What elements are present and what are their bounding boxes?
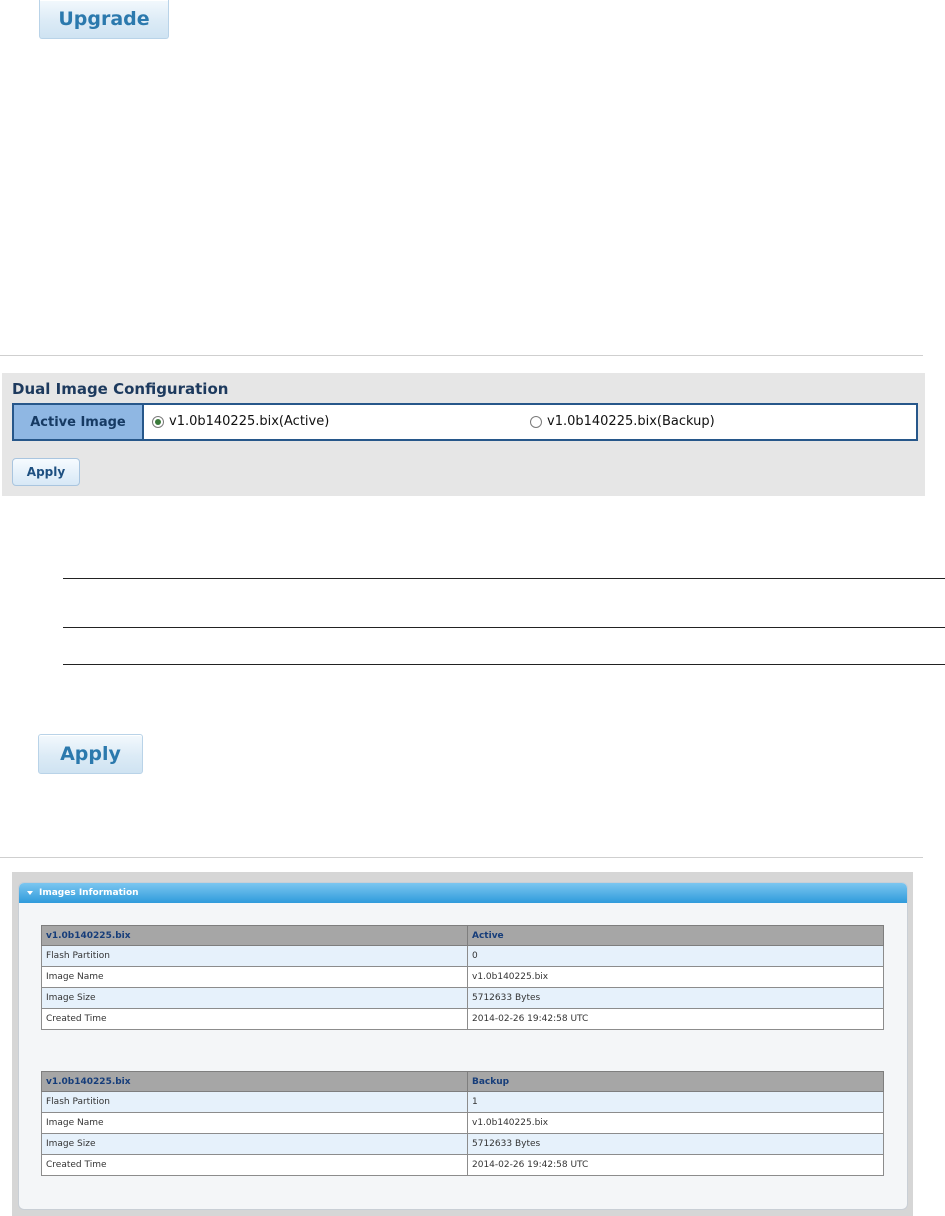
table-header-cell: Active (467, 925, 884, 946)
divider (0, 355, 923, 356)
active-image-table: v1.0b140225.bix Active Flash Partition 0… (41, 925, 884, 1030)
table-row: Image Size 5712633 Bytes (41, 1133, 884, 1155)
table-cell: Created Time (41, 1008, 468, 1030)
table-cell: 1 (467, 1091, 884, 1113)
table-cell: Flash Partition (41, 945, 468, 967)
table-header-cell: v1.0b140225.bix (41, 925, 468, 946)
table-header-cell: Backup (467, 1071, 884, 1092)
table-header-row: v1.0b140225.bix Active (41, 925, 884, 946)
table-cell: v1.0b140225.bix (467, 1112, 884, 1134)
collapse-triangle-icon[interactable] (27, 891, 33, 895)
table-row: Image Name v1.0b140225.bix (41, 966, 884, 988)
table-cell: 2014-02-26 19:42:58 UTC (467, 1154, 884, 1176)
table-cell: v1.0b140225.bix (467, 966, 884, 988)
table-cell: 5712633 Bytes (467, 987, 884, 1009)
radio-checked-icon[interactable] (152, 415, 164, 428)
table-line (63, 578, 945, 579)
table-line (63, 627, 945, 628)
divider (0, 857, 923, 858)
table-cell: Image Size (41, 987, 468, 1009)
dual-image-table: Active Image v1.0b140225.bix(Active) v1.… (12, 403, 918, 441)
radio-backup-label: v1.0b140225.bix(Backup) (547, 414, 715, 429)
apply-button[interactable]: Apply (38, 734, 143, 774)
active-image-label: Active Image (14, 405, 144, 439)
radio-active-label: v1.0b140225.bix(Active) (169, 414, 330, 429)
backup-image-table: v1.0b140225.bix Backup Flash Partition 1… (41, 1071, 884, 1176)
table-row: Image Size 5712633 Bytes (41, 987, 884, 1009)
table-row: Flash Partition 1 (41, 1091, 884, 1113)
table-cell: Flash Partition (41, 1091, 468, 1113)
radio-backup-image[interactable]: v1.0b140225.bix(Backup) (530, 414, 715, 429)
table-row: Created Time 2014-02-26 19:42:58 UTC (41, 1154, 884, 1176)
table-cell: Image Name (41, 966, 468, 988)
table-header-row: v1.0b140225.bix Backup (41, 1071, 884, 1092)
table-row: Image Name v1.0b140225.bix (41, 1112, 884, 1134)
images-info-panel: Images Information v1.0b140225.bix Activ… (18, 882, 908, 1210)
dual-image-apply-button[interactable]: Apply (12, 458, 80, 486)
table-cell: 2014-02-26 19:42:58 UTC (467, 1008, 884, 1030)
table-cell: Image Size (41, 1133, 468, 1155)
table-row: Created Time 2014-02-26 19:42:58 UTC (41, 1008, 884, 1030)
table-cell: Created Time (41, 1154, 468, 1176)
table-line (63, 664, 945, 665)
table-header-cell: v1.0b140225.bix (41, 1071, 468, 1092)
table-cell: 5712633 Bytes (467, 1133, 884, 1155)
radio-unchecked-icon[interactable] (530, 415, 542, 428)
table-row: Flash Partition 0 (41, 945, 884, 967)
images-info-header[interactable]: Images Information (19, 883, 907, 903)
dual-image-title: Dual Image Configuration (12, 380, 229, 398)
upgrade-button[interactable]: Upgrade (39, 0, 169, 39)
table-cell: Image Name (41, 1112, 468, 1134)
radio-active-image[interactable]: v1.0b140225.bix(Active) (152, 414, 329, 429)
images-info-title: Images Information (39, 888, 139, 898)
table-cell: 0 (467, 945, 884, 967)
dual-image-panel: Dual Image Configuration Active Image v1… (2, 373, 925, 496)
